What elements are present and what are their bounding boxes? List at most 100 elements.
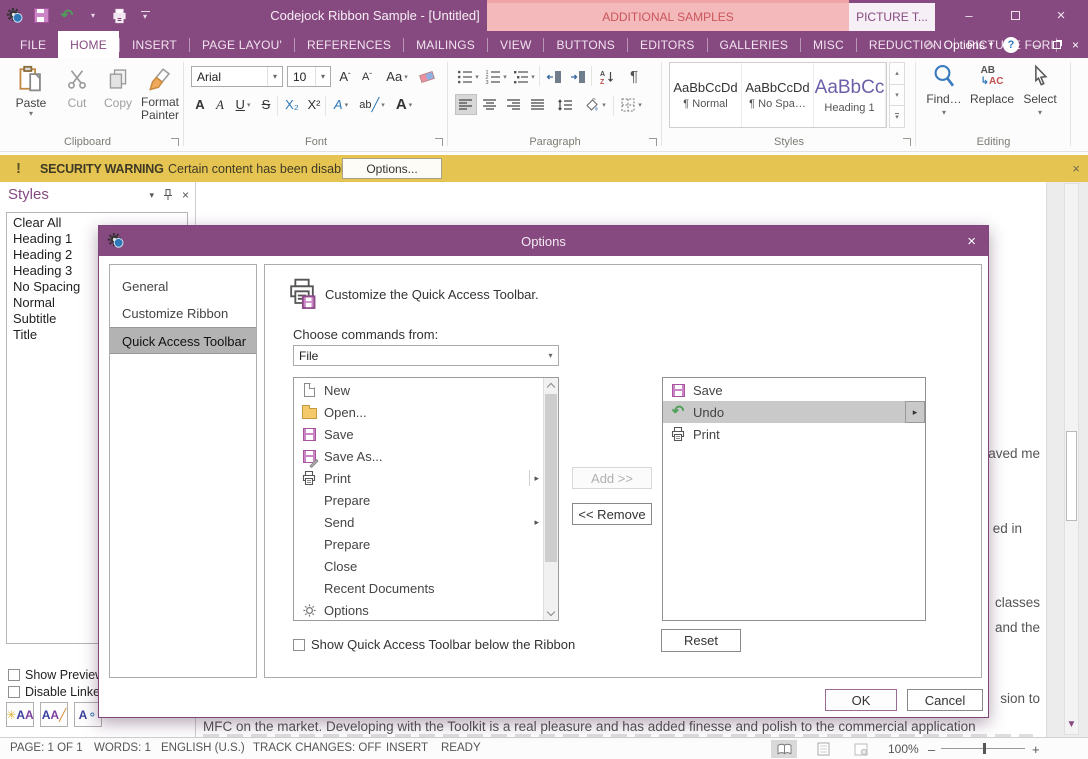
list-item[interactable]: Save xyxy=(663,379,925,401)
style-card-heading1[interactable]: AaBbCc Heading 1 xyxy=(814,63,886,127)
collapse-ribbon-icon[interactable] xyxy=(924,41,935,52)
highlight-button[interactable]: ab╱ xyxy=(357,94,387,115)
numbering-button[interactable]: 123 xyxy=(483,66,509,87)
mdi-close-icon[interactable]: × xyxy=(1067,36,1084,54)
tab-mailings[interactable]: MAILINGS xyxy=(404,31,487,58)
vertical-scrollbar[interactable]: ▼ xyxy=(1064,183,1079,735)
scroll-down-icon[interactable]: ▼ xyxy=(1065,719,1078,730)
find-button[interactable]: Find… ▾ xyxy=(921,63,967,117)
dialog-title-bar[interactable]: Options × xyxy=(99,226,988,256)
gallery-up-icon[interactable]: ▴ xyxy=(889,62,905,85)
list-item[interactable]: Open... xyxy=(294,401,542,423)
paragraph-dialog-launcher-icon[interactable] xyxy=(649,138,657,146)
increase-indent-button[interactable] xyxy=(567,66,589,87)
subscript-button[interactable]: X₂ xyxy=(281,94,303,115)
undo-icon[interactable] xyxy=(58,5,76,27)
justify-button[interactable] xyxy=(527,94,549,115)
status-page[interactable]: PAGE: 1 OF 1 xyxy=(10,742,83,754)
multilevel-list-button[interactable] xyxy=(511,66,537,87)
align-right-button[interactable] xyxy=(503,94,525,115)
list-item-selected[interactable]: Undo ▸ xyxy=(663,401,925,423)
list-item[interactable]: Save xyxy=(294,423,542,445)
underline-button[interactable]: U xyxy=(231,94,255,115)
font-family-combo[interactable]: Arial▾ xyxy=(191,66,283,87)
pane-close-icon[interactable]: × xyxy=(182,188,189,202)
app-icon[interactable] xyxy=(6,5,24,27)
qat-menu-icon[interactable]: ▾ xyxy=(136,5,154,27)
scrollbar-thumb[interactable] xyxy=(545,394,557,562)
pane-dropdown-icon[interactable]: ▾ xyxy=(149,191,154,199)
decrease-indent-button[interactable] xyxy=(543,66,565,87)
copy-button[interactable]: Copy xyxy=(98,62,138,110)
paste-button[interactable]: Paste ▾ xyxy=(8,62,54,118)
zoom-level[interactable]: 100% xyxy=(888,742,919,756)
show-preview-checkbox[interactable]: Show Preview xyxy=(8,668,104,682)
clipboard-dialog-launcher-icon[interactable] xyxy=(171,138,179,146)
list-item[interactable]: Print xyxy=(663,423,925,445)
list-item[interactable]: Options xyxy=(294,599,542,621)
save-icon[interactable] xyxy=(32,5,50,27)
tab-galleries[interactable]: GALLERIES xyxy=(708,31,801,58)
list-item[interactable]: Send▸ xyxy=(294,511,542,533)
select-button[interactable]: Select ▾ xyxy=(1017,63,1063,117)
show-marks-button[interactable]: ¶ xyxy=(623,66,645,87)
status-ready[interactable]: READY xyxy=(441,742,481,754)
superscript-button[interactable]: X² xyxy=(303,94,325,115)
add-button[interactable]: Add >> xyxy=(572,467,652,489)
text-effects-button[interactable]: A xyxy=(329,94,353,115)
tab-page-layout[interactable]: PAGE LAYOU' xyxy=(190,31,294,58)
tab-view[interactable]: VIEW xyxy=(488,31,543,58)
align-left-button[interactable] xyxy=(455,94,477,115)
gallery-expand-icon[interactable]: ▾ xyxy=(889,106,905,128)
font-color-button[interactable]: A xyxy=(391,94,417,115)
undo-dropdown-icon[interactable]: ▾ xyxy=(84,5,102,27)
bold-button[interactable]: A xyxy=(191,94,209,115)
modify-style-button[interactable]: AA╱ xyxy=(40,702,68,727)
warning-close-icon[interactable]: × xyxy=(1072,161,1080,176)
choose-commands-combo[interactable]: File▾ xyxy=(293,345,559,366)
remove-button[interactable]: << Remove xyxy=(572,503,652,525)
contextual-tab-group[interactable]: ADDITIONAL SAMPLES xyxy=(487,0,849,31)
print-icon[interactable] xyxy=(110,5,128,27)
style-card-normal[interactable]: AaBbCcDd ¶ Normal xyxy=(670,63,742,127)
zoom-slider-thumb[interactable] xyxy=(983,743,986,754)
scroll-down-icon[interactable] xyxy=(544,606,558,620)
list-item[interactable]: Prepare xyxy=(294,489,542,511)
close-icon[interactable]: × xyxy=(1038,0,1084,31)
dialog-close-icon[interactable]: × xyxy=(967,233,976,250)
sort-button[interactable]: AZ xyxy=(595,66,619,87)
tab-buttons[interactable]: BUTTONS xyxy=(544,31,627,58)
tab-picture-tools[interactable]: PICTURE T... xyxy=(849,3,935,31)
web-layout-button[interactable] xyxy=(848,740,874,758)
mdi-restore-icon[interactable] xyxy=(1048,36,1065,54)
style-card-no-spacing[interactable]: AaBbCcDd ¶ No Spa… xyxy=(742,63,814,127)
status-track-changes[interactable]: TRACK CHANGES: OFF xyxy=(253,742,381,754)
options-menu[interactable]: Options▾ xyxy=(944,38,993,52)
move-item-arrow-icon[interactable]: ▸ xyxy=(905,401,925,423)
new-style-button[interactable]: ✳AA xyxy=(6,702,34,727)
qat-below-ribbon-checkbox[interactable]: Show Quick Access Toolbar below the Ribb… xyxy=(293,637,575,652)
read-mode-button[interactable] xyxy=(771,740,797,758)
mdi-minimize-icon[interactable]: – xyxy=(1029,36,1046,54)
zoom-in-icon[interactable]: + xyxy=(1032,742,1040,757)
font-size-combo[interactable]: 10▾ xyxy=(287,66,331,87)
bullets-button[interactable] xyxy=(455,66,481,87)
reset-button[interactable]: Reset xyxy=(661,629,741,652)
list-item[interactable]: Save As... xyxy=(294,445,542,467)
tab-references[interactable]: REFERENCES xyxy=(295,31,403,58)
status-language[interactable]: ENGLISH (U.S.) xyxy=(161,742,245,754)
shading-button[interactable] xyxy=(581,94,609,115)
replace-button[interactable]: AB ↳AC Replace xyxy=(969,63,1015,106)
pin-icon[interactable] xyxy=(163,189,173,201)
scrollbar-thumb[interactable] xyxy=(1066,431,1077,521)
tab-misc[interactable]: MISC xyxy=(801,31,856,58)
qat-items-list[interactable]: Save Undo ▸ Print xyxy=(662,377,926,621)
tab-editors[interactable]: EDITORS xyxy=(628,31,707,58)
nav-customize-ribbon[interactable]: Customize Ribbon xyxy=(110,300,256,327)
font-dialog-launcher-icon[interactable] xyxy=(435,138,443,146)
list-item[interactable]: Close xyxy=(294,555,542,577)
borders-button[interactable] xyxy=(617,94,645,115)
cut-button[interactable]: Cut xyxy=(58,62,96,110)
styles-dialog-launcher-icon[interactable] xyxy=(903,138,911,146)
nav-quick-access-toolbar[interactable]: Quick Access Toolbar xyxy=(110,327,256,354)
